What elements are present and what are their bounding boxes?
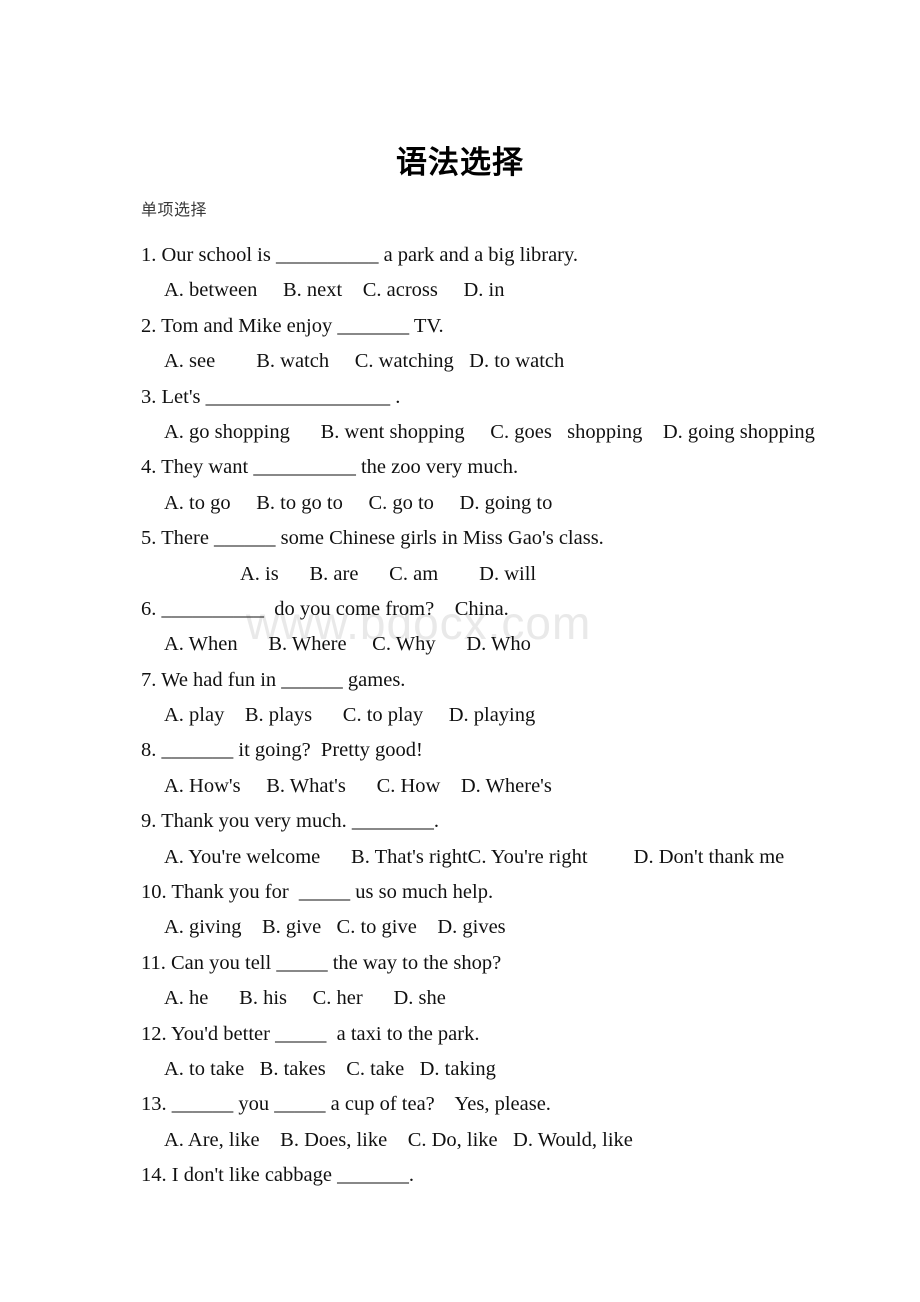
question-stem: 11. Can you tell _____ the way to the sh… [141, 951, 502, 974]
question-options: A. see B. watch C. watching D. to watch [164, 350, 565, 373]
question-stem: 9. Thank you very much. ________. [141, 810, 439, 833]
question-options: A. You're welcome B. That's rightC. You'… [164, 845, 785, 868]
question-stem: 5. There ______ some Chinese girls in Mi… [141, 527, 604, 550]
question-options: A. How's B. What's C. How D. Where's [164, 774, 552, 797]
question-stem: 13. ______ you _____ a cup of tea? Yes, … [141, 1093, 551, 1116]
question-stem: 2. Tom and Mike enjoy _______ TV. [141, 314, 444, 337]
question-stem: 1. Our school is __________ a park and a… [141, 244, 579, 266]
question-stem: 6. __________ do you come from? China. [141, 597, 509, 620]
question-list: 1. Our school is __________ a park and a… [0, 238, 920, 1194]
question-stem: 7. We had fun in ______ games. [141, 668, 406, 691]
question-options: A. When B. Where C. Why D. Who [164, 633, 531, 656]
question-options: A. Are, like B. Does, like C. Do, like D… [164, 1128, 633, 1151]
section-label: 单项选择 [141, 200, 208, 219]
question-options: A. play B. plays C. to play D. playing [164, 704, 536, 727]
document-page: www.bdocx.com 语法选择 单项选择 1. Our school is… [0, 0, 920, 1302]
page-title: 语法选择 [396, 145, 524, 181]
question-stem: 3. Let's __________________ . [141, 385, 401, 408]
question-stem: 8. _______ it going? Pretty good! [141, 739, 423, 762]
question-stem: 14. I don't like cabbage _______. [141, 1164, 414, 1187]
question-options: A. giving B. give C. to give D. gives [164, 916, 506, 939]
question-options: A. he B. his C. her D. she [164, 987, 446, 1010]
question-options: A. is B. are C. am D. will [240, 562, 537, 585]
question-stem: 12. You'd better _____ a taxi to the par… [141, 1022, 480, 1045]
question-options: A. go shopping B. went shopping C. goes … [164, 420, 815, 443]
question-options: A. between B. next C. across D. in [164, 279, 505, 302]
question-stem: 10. Thank you for _____ us so much help. [141, 881, 494, 904]
question-options: A. to go B. to go to C. go to D. going t… [164, 491, 553, 514]
question-stem: 4. They want __________ the zoo very muc… [141, 456, 519, 479]
question-options: A. to take B. takes C. take D. taking [164, 1057, 496, 1080]
